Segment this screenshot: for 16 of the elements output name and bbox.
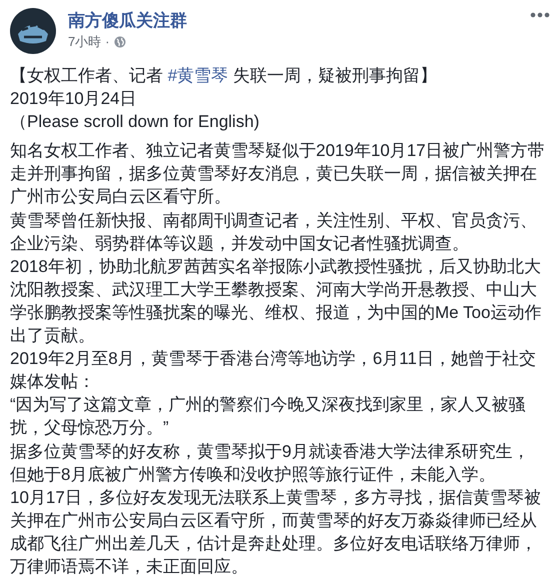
post-paragraph: 黄雪琴曾任新快报、南都周刊调查记者，关注性别、平权、官员贪污、 企业污染、弱势群体等议题，并发动中国女记者性骚扰调查。 <box>10 210 538 255</box>
page-name-link[interactable]: 南方傻瓜关注群 <box>68 10 187 32</box>
separator-dot: · <box>105 33 110 52</box>
post-time-link[interactable]: 7小時 <box>68 32 102 52</box>
post-text-line: （Please scroll down for English) <box>10 111 260 134</box>
more-options-button[interactable] <box>528 10 552 20</box>
post-text-line: 2019年10月24日 <box>10 88 138 110</box>
post-paragraph: 据多位黄雪琴的好友称，黄雪琴拟于9月就读香港大学法律系研究生， 但她于8月底被广州警方传唤和没收护照等旅行证件，未能入学。 <box>10 440 530 486</box>
post-paragraph: “因为写了这篇文章，广州的警察们今晚又深夜找到家里，家人又被骚 扰，父母惊恐万分。” <box>10 394 527 440</box>
post-paragraph: 10月17日，多位好友发现无法联系上黄雪琴，多方寻找，据信黄雪琴被 关押在广州市公安局白云区看守所，而黄雪琴的好友万淼焱律师已经从 成都飞往广州出差几天，估计是奔赴处理。多位好友电话联络万律师， 万律师语焉不详，未正面回应。 <box>10 486 542 578</box>
post-paragraph: 知名女权工作者、独立记者黄雪琴疑似于2019年10月17日被广州警方带 走并刑事拘留，据多位黄雪琴好友消息，黄已失联一周，据信被关押在 广州市公安局白云区看守所。 <box>10 140 546 208</box>
hashtag-link[interactable]: #黄雪琴 <box>168 66 228 85</box>
post-paragraph: 2018年初，协助北航罗茜茜实名举报陈小武教授性骚扰，后又协助北大 沈阳教授案、武汉理工大学王攀教授案、河南大学尚开悬教授、中山大 学张鹏教授案等性骚扰案的曝光、维权、报道，为中国的Me Too运动作 出了贡献。 <box>10 256 542 348</box>
post-paragraph: 2019年2月至8月，黄雪琴于香港台湾等地访学，6月11日，她曾于社交 媒体发帖： <box>10 348 537 394</box>
post-headline: 【女权工作者、记者 #黄雪琴 失联一周，疑被刑事拘留】 <box>10 65 438 87</box>
page-avatar[interactable] <box>10 8 56 54</box>
